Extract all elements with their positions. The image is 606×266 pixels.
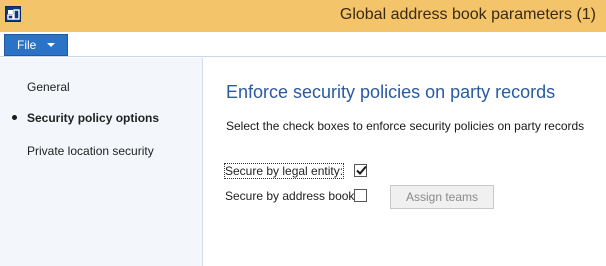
- secure-by-legal-entity-checkbox[interactable]: [354, 164, 367, 177]
- nav-item-private-location-security[interactable]: Private location security: [27, 144, 154, 158]
- left-navigation: General Security policy options Private …: [0, 58, 203, 266]
- secure-by-address-book-checkbox[interactable]: [354, 189, 367, 202]
- secure-by-legal-entity-label: Secure by legal entity:: [223, 163, 345, 179]
- window-title: Global address book parameters (1): [339, 6, 596, 23]
- nav-item-general[interactable]: General: [27, 80, 70, 94]
- app-icon[interactable]: [5, 6, 21, 22]
- assign-teams-button[interactable]: Assign teams: [390, 185, 494, 209]
- secure-by-address-book-label: Secure by address book:: [225, 189, 358, 203]
- title-bar: Global address book parameters (1): [0, 0, 606, 32]
- chevron-down-icon: [47, 43, 56, 47]
- section-description: Select the check boxes to enforce securi…: [226, 119, 585, 133]
- checkmark-icon: [356, 165, 367, 175]
- menu-bar: File: [0, 32, 606, 57]
- nav-item-security-policy-options[interactable]: Security policy options: [27, 111, 159, 125]
- file-menu-label: File: [17, 38, 37, 52]
- selected-bullet-icon: [12, 115, 17, 120]
- section-title: Enforce security policies on party recor…: [226, 82, 556, 102]
- file-menu-button[interactable]: File: [4, 34, 68, 56]
